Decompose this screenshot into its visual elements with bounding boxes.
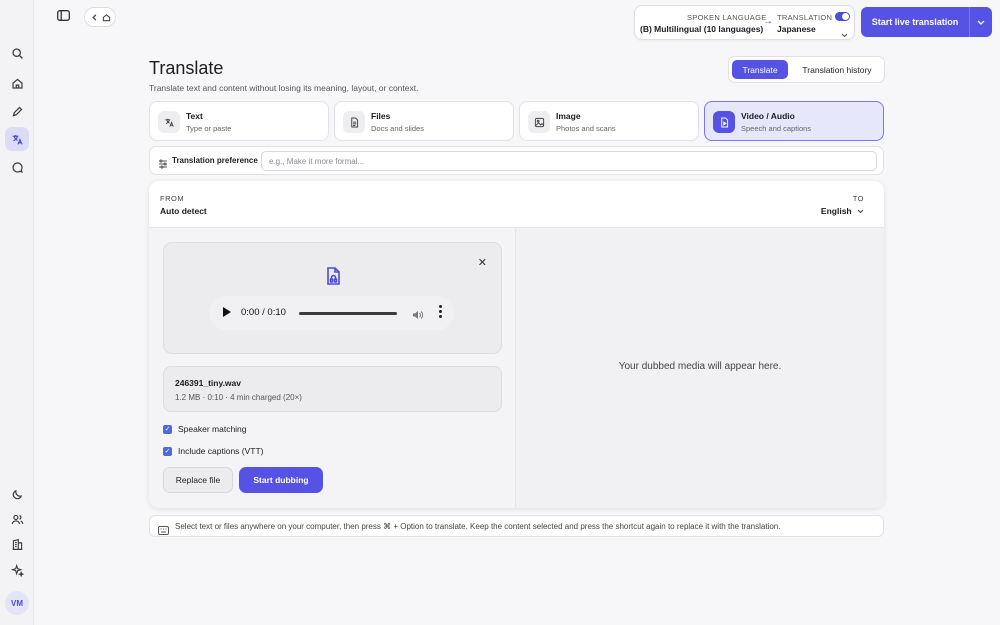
- audio-player: 0:00 / 0:10: [209, 296, 454, 330]
- checkbox-label: Speaker matching: [178, 424, 247, 434]
- preference-label: Translation preference: [172, 156, 258, 165]
- chevron-left-icon[interactable]: [90, 13, 99, 22]
- chevron-down-icon: [857, 209, 864, 214]
- chat-icon[interactable]: [5, 155, 29, 179]
- avatar[interactable]: VM: [5, 591, 29, 615]
- card-title: Image: [556, 111, 581, 121]
- seek-bar[interactable]: [299, 312, 397, 315]
- page-subtitle: Translate text and content without losin…: [149, 83, 419, 93]
- search-icon[interactable]: [5, 41, 29, 65]
- target-language-select[interactable]: English: [821, 206, 864, 216]
- sidebar-toggle-icon[interactable]: [57, 8, 70, 26]
- building-icon[interactable]: [5, 532, 29, 556]
- users-icon[interactable]: [5, 507, 29, 531]
- card-subtitle: Speech and captions: [741, 124, 812, 133]
- preference-input[interactable]: [261, 151, 877, 171]
- tab-translation-history[interactable]: Translation history: [793, 60, 881, 79]
- sidebar-rail: VM: [0, 0, 34, 625]
- home-icon[interactable]: [102, 13, 111, 22]
- more-options-icon[interactable]: [439, 305, 443, 320]
- file-name: 246391_tiny.wav: [175, 378, 241, 388]
- volume-icon[interactable]: [412, 307, 424, 325]
- card-subtitle: Docs and slides: [371, 124, 424, 133]
- checkbox-label: Include captions (VTT): [178, 446, 264, 456]
- back-home-pill[interactable]: [84, 7, 116, 27]
- card-title: Files: [371, 111, 391, 121]
- translation-preference-bar: Translation preference: [149, 146, 884, 175]
- live-translation-dropdown-button[interactable]: [969, 7, 992, 37]
- translation-caption: TRANSLATION: [777, 13, 833, 22]
- media-preview: ✕ 0:00 / 0:10: [163, 242, 502, 354]
- language-selector[interactable]: SPOKEN LANGUAGE (B) Multilingual (10 lan…: [634, 5, 855, 40]
- chevron-down-icon: [977, 20, 985, 25]
- include-captions-checkbox[interactable]: ✓ Include captions (VTT): [163, 446, 264, 456]
- player-time: 0:00 / 0:10: [241, 307, 286, 318]
- audio-file-icon: [324, 266, 342, 291]
- checkbox-checked-icon[interactable]: ✓: [163, 424, 172, 434]
- card-subtitle: Photos and scans: [556, 124, 616, 133]
- sparkle-icon[interactable]: [5, 558, 29, 582]
- from-caption: FROM: [160, 194, 185, 203]
- card-image[interactable]: Image Photos and scans: [519, 101, 699, 141]
- image-icon: [528, 111, 550, 133]
- close-icon[interactable]: ✕: [478, 256, 487, 269]
- checkbox-checked-icon[interactable]: ✓: [163, 446, 172, 456]
- start-live-translation-button[interactable]: Start live translation: [861, 7, 969, 37]
- play-icon[interactable]: [223, 307, 231, 317]
- translation-toggle[interactable]: [835, 12, 850, 21]
- speaker-matching-checkbox[interactable]: ✓ Speaker matching: [163, 424, 247, 434]
- moon-icon[interactable]: [5, 482, 29, 506]
- source-pane: ✕ 0:00 / 0:10 246391_tiny.wav 1.2 MB · 0…: [149, 228, 515, 508]
- card-title: Text: [186, 111, 203, 121]
- replace-file-button[interactable]: Replace file: [163, 467, 233, 493]
- arrow-right-icon: →: [763, 16, 773, 27]
- translate-icon[interactable]: [5, 127, 29, 151]
- translate-icon: [158, 111, 180, 133]
- file-meta: 1.2 MB · 0:10 · 4 min charged (20×): [175, 393, 302, 402]
- card-files[interactable]: Files Docs and slides: [334, 101, 514, 141]
- document-icon: [343, 111, 365, 133]
- spoken-language-caption: SPOKEN LANGUAGE: [687, 13, 767, 22]
- view-tabs: Translate Translation history: [728, 56, 885, 83]
- card-title: Video / Audio: [741, 111, 795, 121]
- source-language-select[interactable]: Auto detect: [160, 206, 207, 216]
- translate-panel: FROM Auto detect TO English ✕ 0:00 / 0:1…: [149, 181, 884, 508]
- target-language-value: English: [820, 206, 852, 216]
- sliders-icon: [158, 156, 168, 174]
- card-text[interactable]: Text Type or paste: [149, 101, 329, 141]
- start-dubbing-button[interactable]: Start dubbing: [239, 467, 323, 493]
- tab-translate[interactable]: Translate: [732, 60, 788, 79]
- pen-icon[interactable]: [5, 99, 29, 123]
- hint-text: Select text or files anywhere on your co…: [175, 522, 781, 531]
- card-subtitle: Type or paste: [186, 124, 232, 133]
- translation-language-value[interactable]: Japanese: [777, 24, 816, 34]
- card-video-audio[interactable]: Video / Audio Speech and captions: [704, 101, 884, 141]
- home-icon[interactable]: [5, 71, 29, 95]
- to-caption: TO: [852, 194, 864, 203]
- media-file-icon: [713, 111, 735, 133]
- file-info: 246391_tiny.wav 1.2 MB · 0:10 · 4 min ch…: [163, 366, 502, 412]
- shortcut-hint: Select text or files anywhere on your co…: [149, 515, 884, 537]
- output-pane: Your dubbed media will appear here.: [515, 228, 884, 508]
- page-title: Translate: [149, 58, 224, 78]
- spoken-language-value[interactable]: (B) Multilingual (10 languages): [640, 24, 763, 34]
- keyboard-icon: [158, 522, 169, 540]
- output-placeholder: Your dubbed media will appear here.: [618, 361, 782, 372]
- chevron-down-icon[interactable]: [841, 25, 848, 43]
